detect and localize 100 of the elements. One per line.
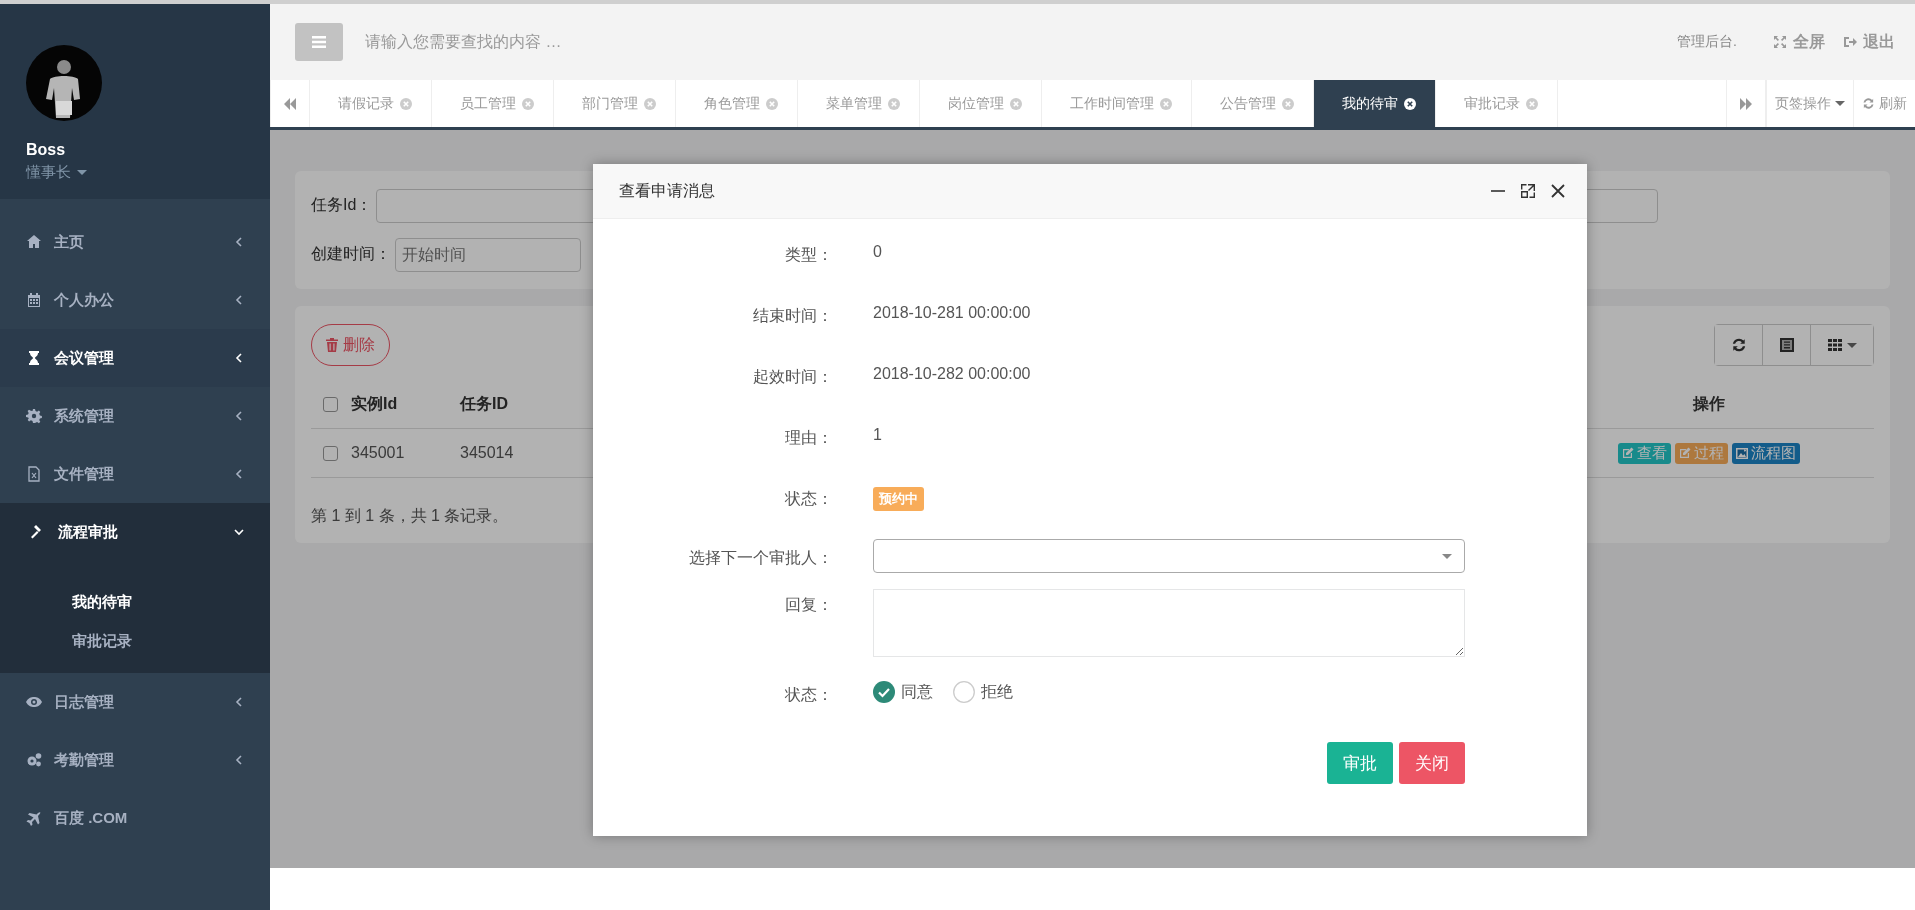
chevron-left-icon — [234, 295, 244, 305]
trash-icon — [326, 338, 338, 352]
pagination-info: 第 1 到 1 条，共 1 条记录。 — [311, 506, 509, 526]
file-icon — [26, 466, 42, 482]
maximize-icon — [1520, 183, 1536, 199]
admin-label: 管理后台. — [1677, 33, 1737, 51]
grid-icon — [1827, 337, 1843, 353]
close-icon — [1550, 183, 1566, 199]
nav-item[interactable]: 百度 .COM — [0, 789, 270, 847]
eye-icon — [26, 694, 42, 710]
page-tab[interactable]: 工作时间管理 — [1042, 80, 1192, 127]
nav-item[interactable]: 系统管理 — [0, 387, 270, 445]
refresh-button[interactable] — [1715, 325, 1763, 365]
close-icon — [766, 97, 778, 110]
hourglass-icon — [26, 350, 42, 366]
table-cell: 345001 — [351, 429, 460, 478]
field-value: 2018-10-282 00:00:00 — [873, 365, 1031, 383]
close-icon — [1404, 97, 1416, 110]
close-icon — [1526, 97, 1538, 110]
field-label: 任务Id： — [311, 195, 373, 215]
close-icon — [1282, 97, 1294, 110]
field-label: 状态： — [784, 489, 834, 509]
chevron-left-icon — [234, 469, 244, 479]
edit-icon — [1679, 447, 1691, 459]
column-header: 任务ID — [460, 380, 569, 429]
double-left-icon — [283, 97, 297, 110]
user-name: Boss — [26, 141, 66, 159]
calendar-icon — [26, 292, 42, 308]
chevron-left-icon — [234, 411, 244, 421]
page-tab[interactable]: 岗位管理 — [920, 80, 1042, 127]
gears-icon — [26, 752, 42, 768]
role-dropdown[interactable]: 懂事长 — [26, 163, 87, 182]
nav-item[interactable]: 个人办公 — [0, 271, 270, 329]
scroll-right-button[interactable] — [1726, 80, 1766, 127]
settings-icon — [26, 408, 42, 424]
checkbox[interactable] — [323, 445, 338, 461]
menu-icon — [311, 35, 327, 49]
field-label: 理由： — [784, 428, 834, 448]
table-cell: 345014 — [460, 429, 569, 478]
page-tab[interactable]: 菜单管理 — [798, 80, 920, 127]
field-label: 选择下一个审批人： — [688, 548, 834, 568]
expand-icon — [1773, 35, 1787, 49]
search-field[interactable]: 请输入您需要查找的内容 … — [363, 32, 787, 52]
field-label: 创建时间： — [311, 244, 391, 264]
field-label: 回复： — [784, 595, 834, 615]
process-link[interactable]: 过程 — [1675, 442, 1728, 464]
submenu-item[interactable]: 审批记录 — [72, 621, 132, 660]
view-link[interactable]: 查看 — [1618, 442, 1671, 464]
date-field[interactable]: 开始时间 — [395, 237, 581, 272]
nav-item[interactable]: 主页 — [0, 213, 270, 271]
field-value: 1 — [873, 426, 882, 444]
column-header: 实例Id — [351, 380, 460, 429]
close-icon — [1160, 97, 1172, 110]
close-dialog-button[interactable]: 关闭 — [1399, 742, 1465, 784]
nav-item[interactable]: 会议管理 — [0, 329, 270, 387]
home-icon — [26, 234, 42, 250]
fullscreen-link[interactable]: 全屏 — [1773, 31, 1825, 53]
chevron-left-icon — [234, 755, 244, 765]
logout-link[interactable]: 退出 — [1843, 31, 1895, 53]
status-badge: 预约中 — [873, 487, 924, 511]
approve-button[interactable]: 审批 — [1327, 742, 1393, 784]
field-label: 状态： — [784, 685, 834, 705]
checkbox[interactable] — [323, 396, 338, 412]
dialog-title: 查看申请消息 — [619, 180, 715, 201]
close-icon — [400, 97, 412, 110]
page-tab[interactable]: 请假记录 — [310, 80, 432, 127]
reply-field[interactable] — [873, 589, 1465, 657]
diagram-link[interactable]: 流程图 — [1732, 442, 1800, 464]
field-label: 结束时间： — [752, 306, 834, 326]
page-tab[interactable]: 角色管理 — [676, 80, 798, 127]
nav-item[interactable]: 考勤管理 — [0, 731, 270, 789]
nav-item[interactable]: 日志管理 — [0, 673, 270, 731]
chevron-left-icon — [234, 353, 244, 363]
image-icon — [1736, 447, 1748, 459]
double-right-icon — [1739, 97, 1753, 110]
field-label: 类型： — [784, 245, 834, 265]
field-value: 2018-10-281 00:00:00 — [873, 304, 1031, 322]
plane-icon — [26, 810, 42, 826]
page-tab[interactable]: 审批记录 — [1436, 80, 1558, 127]
radio-option[interactable]: 拒绝 — [953, 681, 1013, 703]
list-icon — [1778, 337, 1795, 353]
submenu-item[interactable]: 我的待审 — [72, 582, 132, 621]
page-tab[interactable]: 我的待审 — [1314, 80, 1436, 127]
page-tab[interactable]: 部门管理 — [554, 80, 676, 127]
field-label: 起效时间： — [752, 367, 834, 387]
close-icon — [522, 97, 534, 110]
close-icon — [888, 97, 900, 110]
chevron-left-icon — [234, 697, 244, 707]
nav-item[interactable]: 流程审批 — [0, 503, 270, 561]
nav-item[interactable]: 文件管理 — [0, 445, 270, 503]
refresh-icon — [1730, 337, 1747, 353]
refresh-icon — [1862, 97, 1875, 110]
page-tab[interactable]: 员工管理 — [432, 80, 554, 127]
chevron-down-icon — [234, 527, 244, 537]
minimize-icon — [1490, 190, 1506, 192]
field-value: 0 — [873, 243, 882, 261]
radio-option[interactable]: 同意 — [873, 681, 933, 703]
chevron-left-icon — [234, 237, 244, 247]
sign-out-icon — [1843, 35, 1857, 49]
scroll-left-button[interactable] — [270, 80, 310, 127]
